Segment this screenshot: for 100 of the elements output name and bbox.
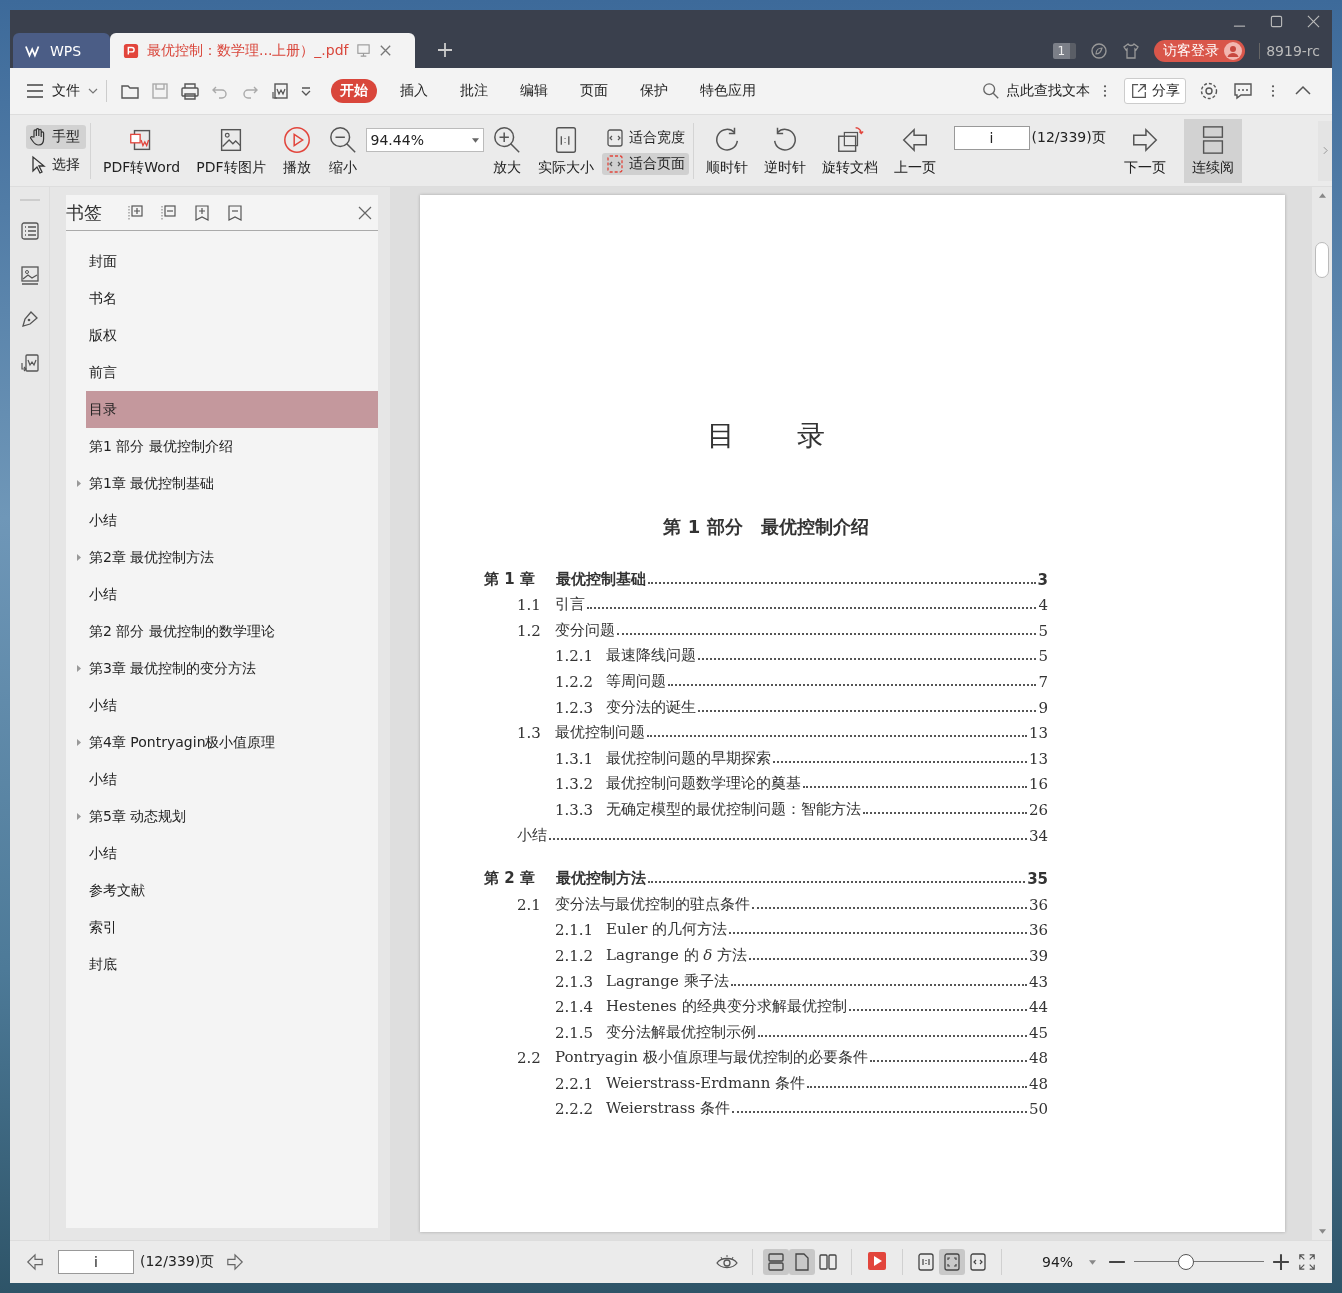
slider-thumb[interactable]	[1178, 1254, 1194, 1270]
ribbon-tab[interactable]: 特色应用	[691, 79, 765, 103]
add-bookmark-icon[interactable]	[193, 203, 211, 222]
expand-all-icon[interactable]	[127, 203, 145, 222]
collapse-all-icon[interactable]	[160, 203, 178, 222]
new-tab-icon[interactable]	[437, 42, 453, 58]
fit-page-button[interactable]: 适合页面	[601, 152, 689, 175]
rotate-clockwise-button[interactable]: 顺时针	[697, 122, 756, 179]
dropdown-icon[interactable]	[300, 84, 312, 98]
bookmark-item[interactable]: 小结	[86, 502, 378, 539]
export-icon[interactable]	[19, 353, 40, 373]
entry-number: 1.3.1	[555, 749, 595, 768]
bookmark-item[interactable]: 目录	[86, 391, 378, 428]
convert-to-word-button[interactable]: PDF转Word	[95, 122, 189, 179]
continuous-view-button[interactable]	[763, 1249, 789, 1275]
ribbon-tab[interactable]: 页面	[571, 79, 617, 103]
share-button[interactable]: 分享	[1124, 78, 1186, 104]
page-number-field[interactable]: i	[953, 125, 1030, 150]
ribbon-tab[interactable]: 插入	[391, 79, 437, 103]
expand-arrow-icon[interactable]	[77, 554, 81, 561]
ribbon-tab[interactable]: 开始	[331, 79, 377, 103]
leaf-icon[interactable]	[1090, 41, 1109, 60]
bookmark-item[interactable]: 第5章 动态规划	[86, 798, 378, 835]
remove-bookmark-icon[interactable]	[226, 203, 244, 222]
previous-page-icon[interactable]	[26, 1253, 44, 1271]
bookmark-item[interactable]: 小结	[86, 835, 378, 872]
bookmark-item[interactable]: 第4章 Pontryagin极小值原理	[86, 724, 378, 761]
print-icon[interactable]	[180, 81, 200, 101]
bookmark-item[interactable]: 第1章 最优控制基础	[86, 465, 378, 502]
rotate-counterclockwise-button[interactable]: 逆时针	[755, 122, 814, 179]
bookmark-item[interactable]: 小结	[86, 687, 378, 724]
user-name[interactable]: 8919-rc	[1259, 42, 1320, 59]
shirt-icon[interactable]	[1122, 41, 1141, 60]
expand-arrow-icon[interactable]	[77, 813, 81, 820]
app-tab[interactable]: 最优控制：数学理...上册）_.pdf	[110, 33, 415, 68]
expand-arrow-icon[interactable]	[77, 480, 81, 487]
bookmark-item[interactable]: 小结	[86, 576, 378, 613]
bookmark-item[interactable]: 第2 部分 最优控制的数学理论	[86, 613, 378, 650]
bookmark-item[interactable]: 前言	[86, 354, 378, 391]
ribbon-tab[interactable]: 编辑	[511, 79, 557, 103]
expand-arrow-icon[interactable]	[77, 739, 81, 746]
fit-page-button[interactable]	[939, 1249, 965, 1275]
file-menu-button[interactable]: 文件	[26, 82, 98, 100]
bookmark-item[interactable]: 第3章 最优控制的变分方法	[86, 650, 378, 687]
entry-title: 引言	[555, 595, 585, 615]
entry-number: 1.3.3	[555, 800, 595, 819]
previous-page-button[interactable]: 上一页	[885, 122, 944, 179]
page-number-field[interactable]: i	[58, 1250, 134, 1274]
fit-page-icon	[942, 1252, 962, 1272]
zoom-out-button[interactable]: 缩小	[319, 122, 366, 179]
play-button[interactable]: 播放	[273, 122, 320, 179]
maximize-icon[interactable]	[1270, 15, 1283, 28]
next-page-button[interactable]: 下一页	[1115, 122, 1174, 179]
bookmark-item[interactable]: 第2章 最优控制方法	[86, 539, 378, 576]
expand-arrow-icon[interactable]	[77, 665, 81, 672]
bookmark-item[interactable]: 书名	[86, 280, 378, 317]
ribbon-tab[interactable]: 批注	[451, 79, 497, 103]
bookmark-item[interactable]: 版权	[86, 317, 378, 354]
zoom-field[interactable]: 94.44%	[365, 128, 484, 152]
play-button[interactable]	[866, 1251, 888, 1273]
scrollbar[interactable]	[1312, 187, 1332, 1240]
image-icon[interactable]	[19, 265, 40, 285]
export-icon[interactable]	[270, 81, 290, 101]
zoom-level-dropdown[interactable]: 94%	[1016, 1254, 1096, 1270]
list-icon[interactable]	[19, 221, 40, 241]
bookmark-item[interactable]: 封底	[86, 946, 378, 983]
single-view-button[interactable]	[789, 1249, 815, 1275]
zoom-in-button[interactable]: 放大	[483, 122, 530, 179]
entry-title: 变分法的诞生	[606, 697, 696, 717]
convert-to-image-button[interactable]: PDF转图片	[188, 122, 274, 179]
chat-icon[interactable]	[1233, 81, 1253, 101]
bookmark-item[interactable]: 小结	[86, 761, 378, 798]
next-page-icon[interactable]	[226, 1253, 245, 1271]
select-tool-button[interactable]: 选择	[26, 152, 86, 177]
bookmark-item[interactable]: 封面	[86, 243, 378, 280]
scrollbar-thumb[interactable]	[1315, 242, 1329, 278]
fullscreen-icon[interactable]	[1298, 1253, 1316, 1271]
close-icon[interactable]	[1307, 15, 1320, 28]
zoom-slider[interactable]	[1134, 1253, 1264, 1271]
continuous-reading-button[interactable]: 连续阅	[1183, 118, 1242, 183]
close-icon[interactable]	[358, 205, 372, 220]
fit-width-button[interactable]: 适合宽度	[601, 126, 689, 149]
actual-size-button[interactable]: 实际大小	[529, 122, 602, 179]
bookmark-item[interactable]: 参考文献	[86, 872, 378, 909]
pen-icon[interactable]	[19, 309, 40, 329]
ribbon-tab[interactable]: 保护	[631, 79, 677, 103]
app-tab[interactable]: WPS	[13, 33, 110, 68]
plus-icon[interactable]	[1272, 1253, 1290, 1271]
search-text-button[interactable]: 点此查找文本	[982, 82, 1090, 100]
settings-icon[interactable]	[1199, 81, 1219, 101]
hand-tool-button[interactable]: 手型	[26, 124, 86, 149]
rotate-document-button[interactable]: 旋转文档	[813, 122, 886, 179]
eye-icon[interactable]	[716, 1253, 738, 1271]
scroll-up-icon[interactable]	[1318, 193, 1326, 198]
fit-page-icon	[605, 154, 624, 173]
monitor-icon[interactable]	[355, 43, 371, 58]
bookmark-item[interactable]: 索引	[86, 909, 378, 946]
guest-login-button[interactable]: 访客登录	[1154, 39, 1246, 62]
scroll-down-icon[interactable]	[1318, 1229, 1326, 1234]
bookmark-item[interactable]: 第1 部分 最优控制介绍	[86, 428, 378, 465]
